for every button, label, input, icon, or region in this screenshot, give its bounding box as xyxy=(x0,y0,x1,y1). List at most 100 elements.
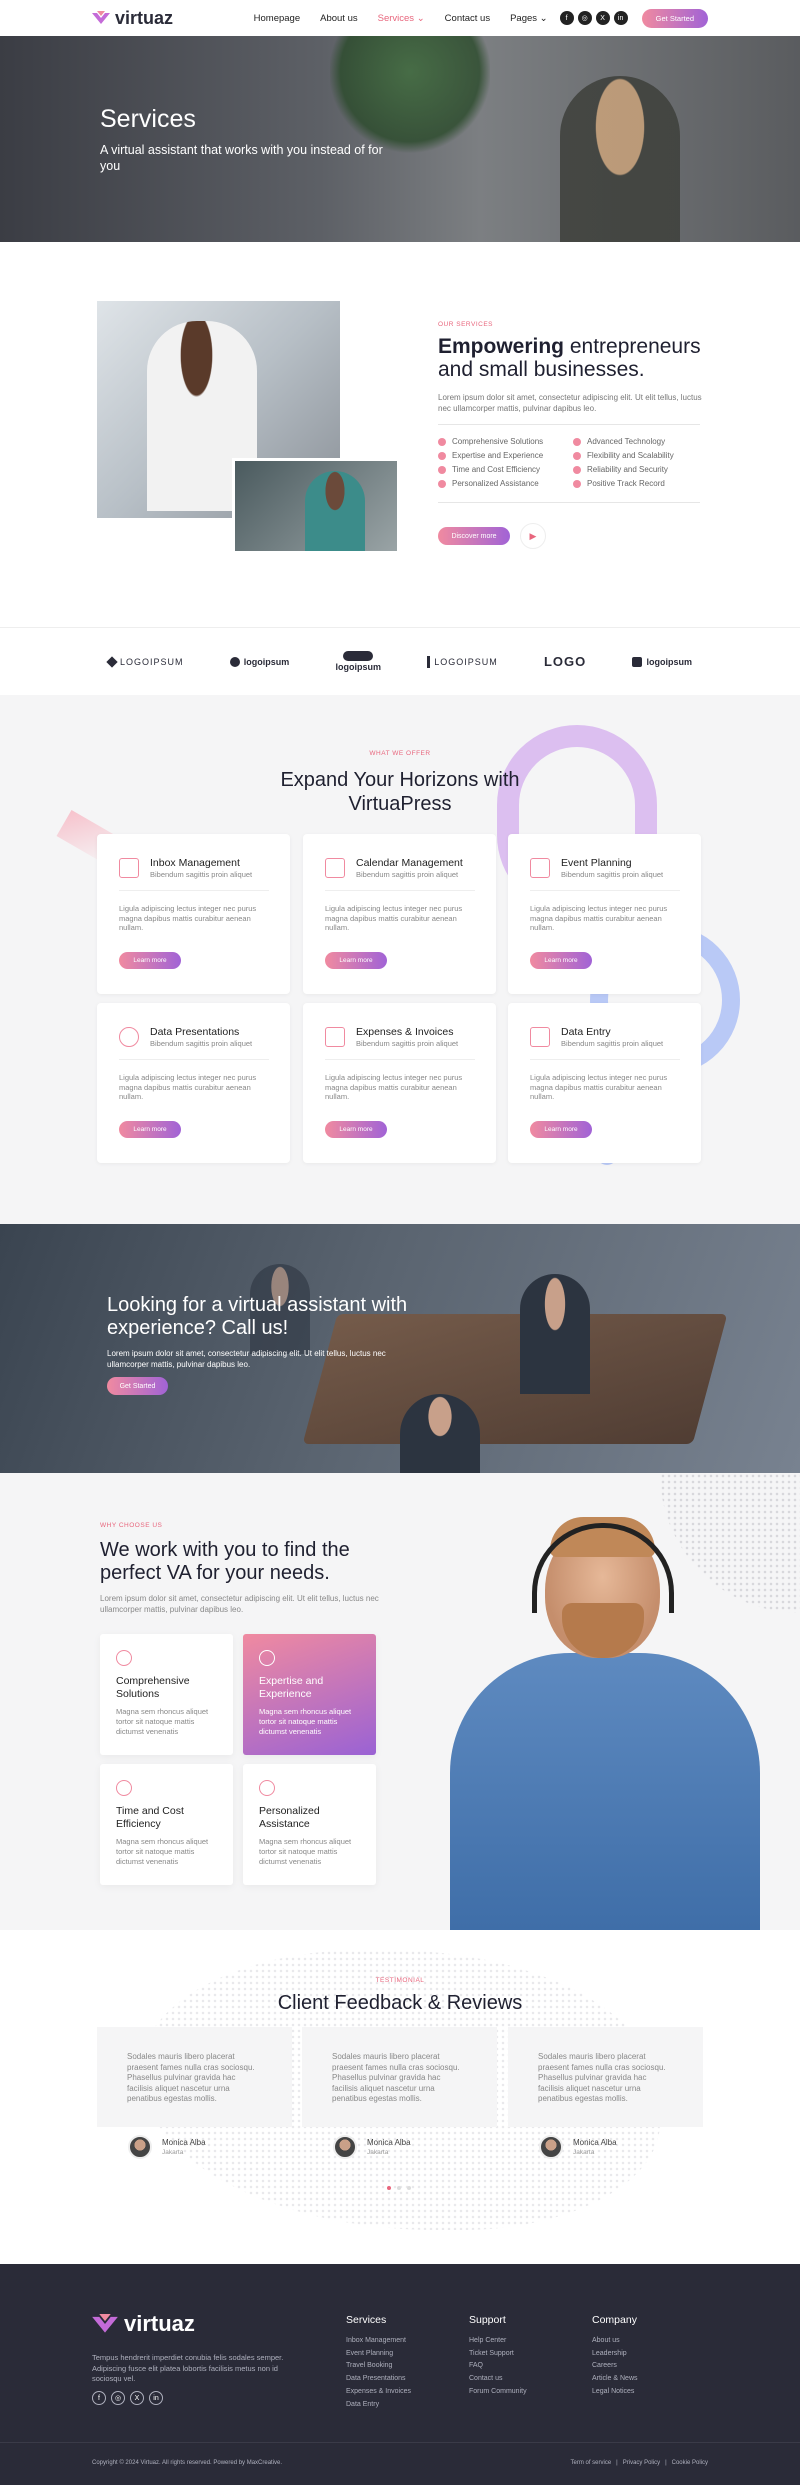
nav-contact[interactable]: Contact us xyxy=(445,13,490,24)
service-card-title: Calendar Management xyxy=(356,857,463,869)
discover-more-button[interactable]: Discover more xyxy=(438,527,510,545)
learn-more-button[interactable]: Learn more xyxy=(119,1121,181,1138)
linkedin-icon[interactable]: in xyxy=(149,2391,163,2405)
why-card-description: Magna sem rhoncus aliquet tortor sit nat… xyxy=(259,1707,352,1736)
pager-dot[interactable] xyxy=(397,2186,401,2190)
feature-item: Personalized Assistance xyxy=(438,479,539,488)
feature-label: Time and Cost Efficiency xyxy=(452,465,541,474)
timer-icon xyxy=(116,1780,132,1796)
hero-banner: Services A virtual assistant that works … xyxy=(0,36,800,242)
footer-link[interactable]: Article & News xyxy=(592,2373,638,2386)
get-started-button[interactable]: Get Started xyxy=(641,8,708,28)
divider xyxy=(325,890,475,891)
learn-more-button[interactable]: Learn more xyxy=(325,1121,387,1138)
service-card-description: Ligula adipiscing lectus integer nec pur… xyxy=(530,904,668,932)
linkedin-icon[interactable]: in xyxy=(613,11,628,25)
why-title: We work with you to find the perfect VA … xyxy=(100,1539,350,1584)
service-card-subtitle: Bibendum sagittis proin aliquet xyxy=(561,870,664,879)
why-card-title: Comprehensive Solutions xyxy=(116,1675,190,1700)
logo-text: logoipsum xyxy=(335,662,381,672)
why-card-description: Magna sem rhoncus aliquet tortor sit nat… xyxy=(259,1837,352,1866)
check-icon xyxy=(573,479,581,488)
cookie-link[interactable]: Cookie Policy xyxy=(672,2460,708,2466)
nav-links: Homepage About us Services ⌄ Contact us … xyxy=(254,13,548,24)
brand-logo[interactable]: virtuaz xyxy=(92,8,173,29)
footer-link[interactable]: Expenses & Invoices xyxy=(346,2386,411,2399)
nav-homepage[interactable]: Homepage xyxy=(254,13,300,24)
invoice-icon xyxy=(325,1027,345,1047)
instagram-icon[interactable]: ◎ xyxy=(111,2391,125,2405)
learn-more-button[interactable]: Learn more xyxy=(119,952,181,969)
services-eyebrow: WHAT WE OFFER xyxy=(369,750,431,757)
divider xyxy=(119,890,269,891)
cta-get-started-button[interactable]: Get Started xyxy=(107,1377,168,1395)
learn-more-button[interactable]: Learn more xyxy=(530,952,592,969)
nav-about[interactable]: About us xyxy=(320,13,358,24)
logo-mark-icon xyxy=(632,656,643,667)
author-name: Monica Alba xyxy=(367,2138,411,2147)
feature-label: Comprehensive Solutions xyxy=(452,437,544,446)
service-card-title: Inbox Management xyxy=(150,857,240,869)
learn-more-button[interactable]: Learn more xyxy=(325,952,387,969)
logo-mark-icon xyxy=(343,651,374,661)
client-logo: LOGO xyxy=(544,654,586,669)
terms-link[interactable]: Term of service xyxy=(570,2460,611,2466)
footer-column-company: Company About us Leadership Careers Arti… xyxy=(592,2314,638,2399)
feature-item: Expertise and Experience xyxy=(438,451,543,460)
footer-link[interactable]: Data Presentations xyxy=(346,2373,411,2386)
footer-link[interactable]: Data Entry xyxy=(346,2399,411,2412)
about-title-bold: Empowering xyxy=(438,335,565,358)
chevron-down-icon: ⌄ xyxy=(539,12,548,24)
document-icon xyxy=(530,1027,550,1047)
footer-link[interactable]: Contact us xyxy=(469,2373,527,2386)
footer-link[interactable]: Careers xyxy=(592,2360,638,2373)
footer-link[interactable]: Help Center xyxy=(469,2335,527,2348)
x-icon[interactable]: X xyxy=(595,11,610,25)
feature-label: Positive Track Record xyxy=(587,479,665,488)
facebook-icon[interactable]: f xyxy=(92,2391,106,2405)
service-card: Calendar Management Bibendum sagittis pr… xyxy=(303,834,496,994)
logo-text: LOGOIPSUM xyxy=(434,656,498,667)
logo-text: LOGOIPSUM xyxy=(120,656,184,667)
learn-more-button[interactable]: Learn more xyxy=(530,1121,592,1138)
divider xyxy=(325,1059,475,1060)
nav-pages[interactable]: Pages ⌄ xyxy=(510,13,548,24)
footer-link[interactable]: Inbox Management xyxy=(346,2335,411,2348)
instagram-icon[interactable]: ◎ xyxy=(577,11,592,25)
pager-dot[interactable] xyxy=(407,2186,411,2190)
service-card-subtitle: Bibendum sagittis proin aliquet xyxy=(561,1039,664,1048)
hero-subtitle: A virtual assistant that works with you … xyxy=(100,143,383,173)
footer-link[interactable]: Event Planning xyxy=(346,2348,411,2361)
logo-text: LOGO xyxy=(543,654,587,669)
about-description: Lorem ipsum dolor sit amet, consectetur … xyxy=(438,393,702,413)
footer-link[interactable]: Forum Community xyxy=(469,2386,527,2399)
footer-link[interactable]: Travel Booking xyxy=(346,2360,411,2373)
why-eyebrow: WHY CHOOSE US xyxy=(100,1522,163,1529)
pager-dot[interactable] xyxy=(387,2186,391,2190)
client-logos: LOGOIPSUM logoipsum logoipsum LOGOIPSUM … xyxy=(0,627,800,695)
footer-link[interactable]: FAQ xyxy=(469,2360,527,2373)
play-icon[interactable]: ▶ xyxy=(520,523,546,549)
logo-text: logoipsum xyxy=(646,656,692,667)
feature-item: Advanced Technology xyxy=(573,437,665,446)
footer-link[interactable]: About us xyxy=(592,2335,638,2348)
facebook-icon[interactable]: f xyxy=(559,11,574,25)
service-card-subtitle: Bibendum sagittis proin aliquet xyxy=(356,870,459,879)
x-icon[interactable]: X xyxy=(130,2391,144,2405)
why-card: Personalized Assistance Magna sem rhoncu… xyxy=(243,1764,376,1885)
nav-services[interactable]: Services ⌄ xyxy=(378,13,425,24)
hero-plant-image xyxy=(330,36,490,156)
nav-social: f ◎ X in xyxy=(559,11,628,25)
footer-link[interactable]: Legal Notices xyxy=(592,2386,638,2399)
divider xyxy=(119,1059,269,1060)
logo-mark-icon xyxy=(106,655,118,668)
footer-logo[interactable]: virtuaz xyxy=(92,2311,195,2337)
why-card-description: Magna sem rhoncus aliquet tortor sit nat… xyxy=(116,1837,209,1866)
author-name: Monica Alba xyxy=(162,2138,206,2147)
footer-link[interactable]: Ticket Support xyxy=(469,2348,527,2361)
why-card-highlighted: Expertise and Experience Magna sem rhonc… xyxy=(243,1634,376,1755)
privacy-link[interactable]: Privacy Policy xyxy=(623,2460,660,2466)
feature-item: Reliability and Security xyxy=(573,465,668,474)
footer-link[interactable]: Leadership xyxy=(592,2348,638,2361)
inbox-icon xyxy=(119,858,139,878)
